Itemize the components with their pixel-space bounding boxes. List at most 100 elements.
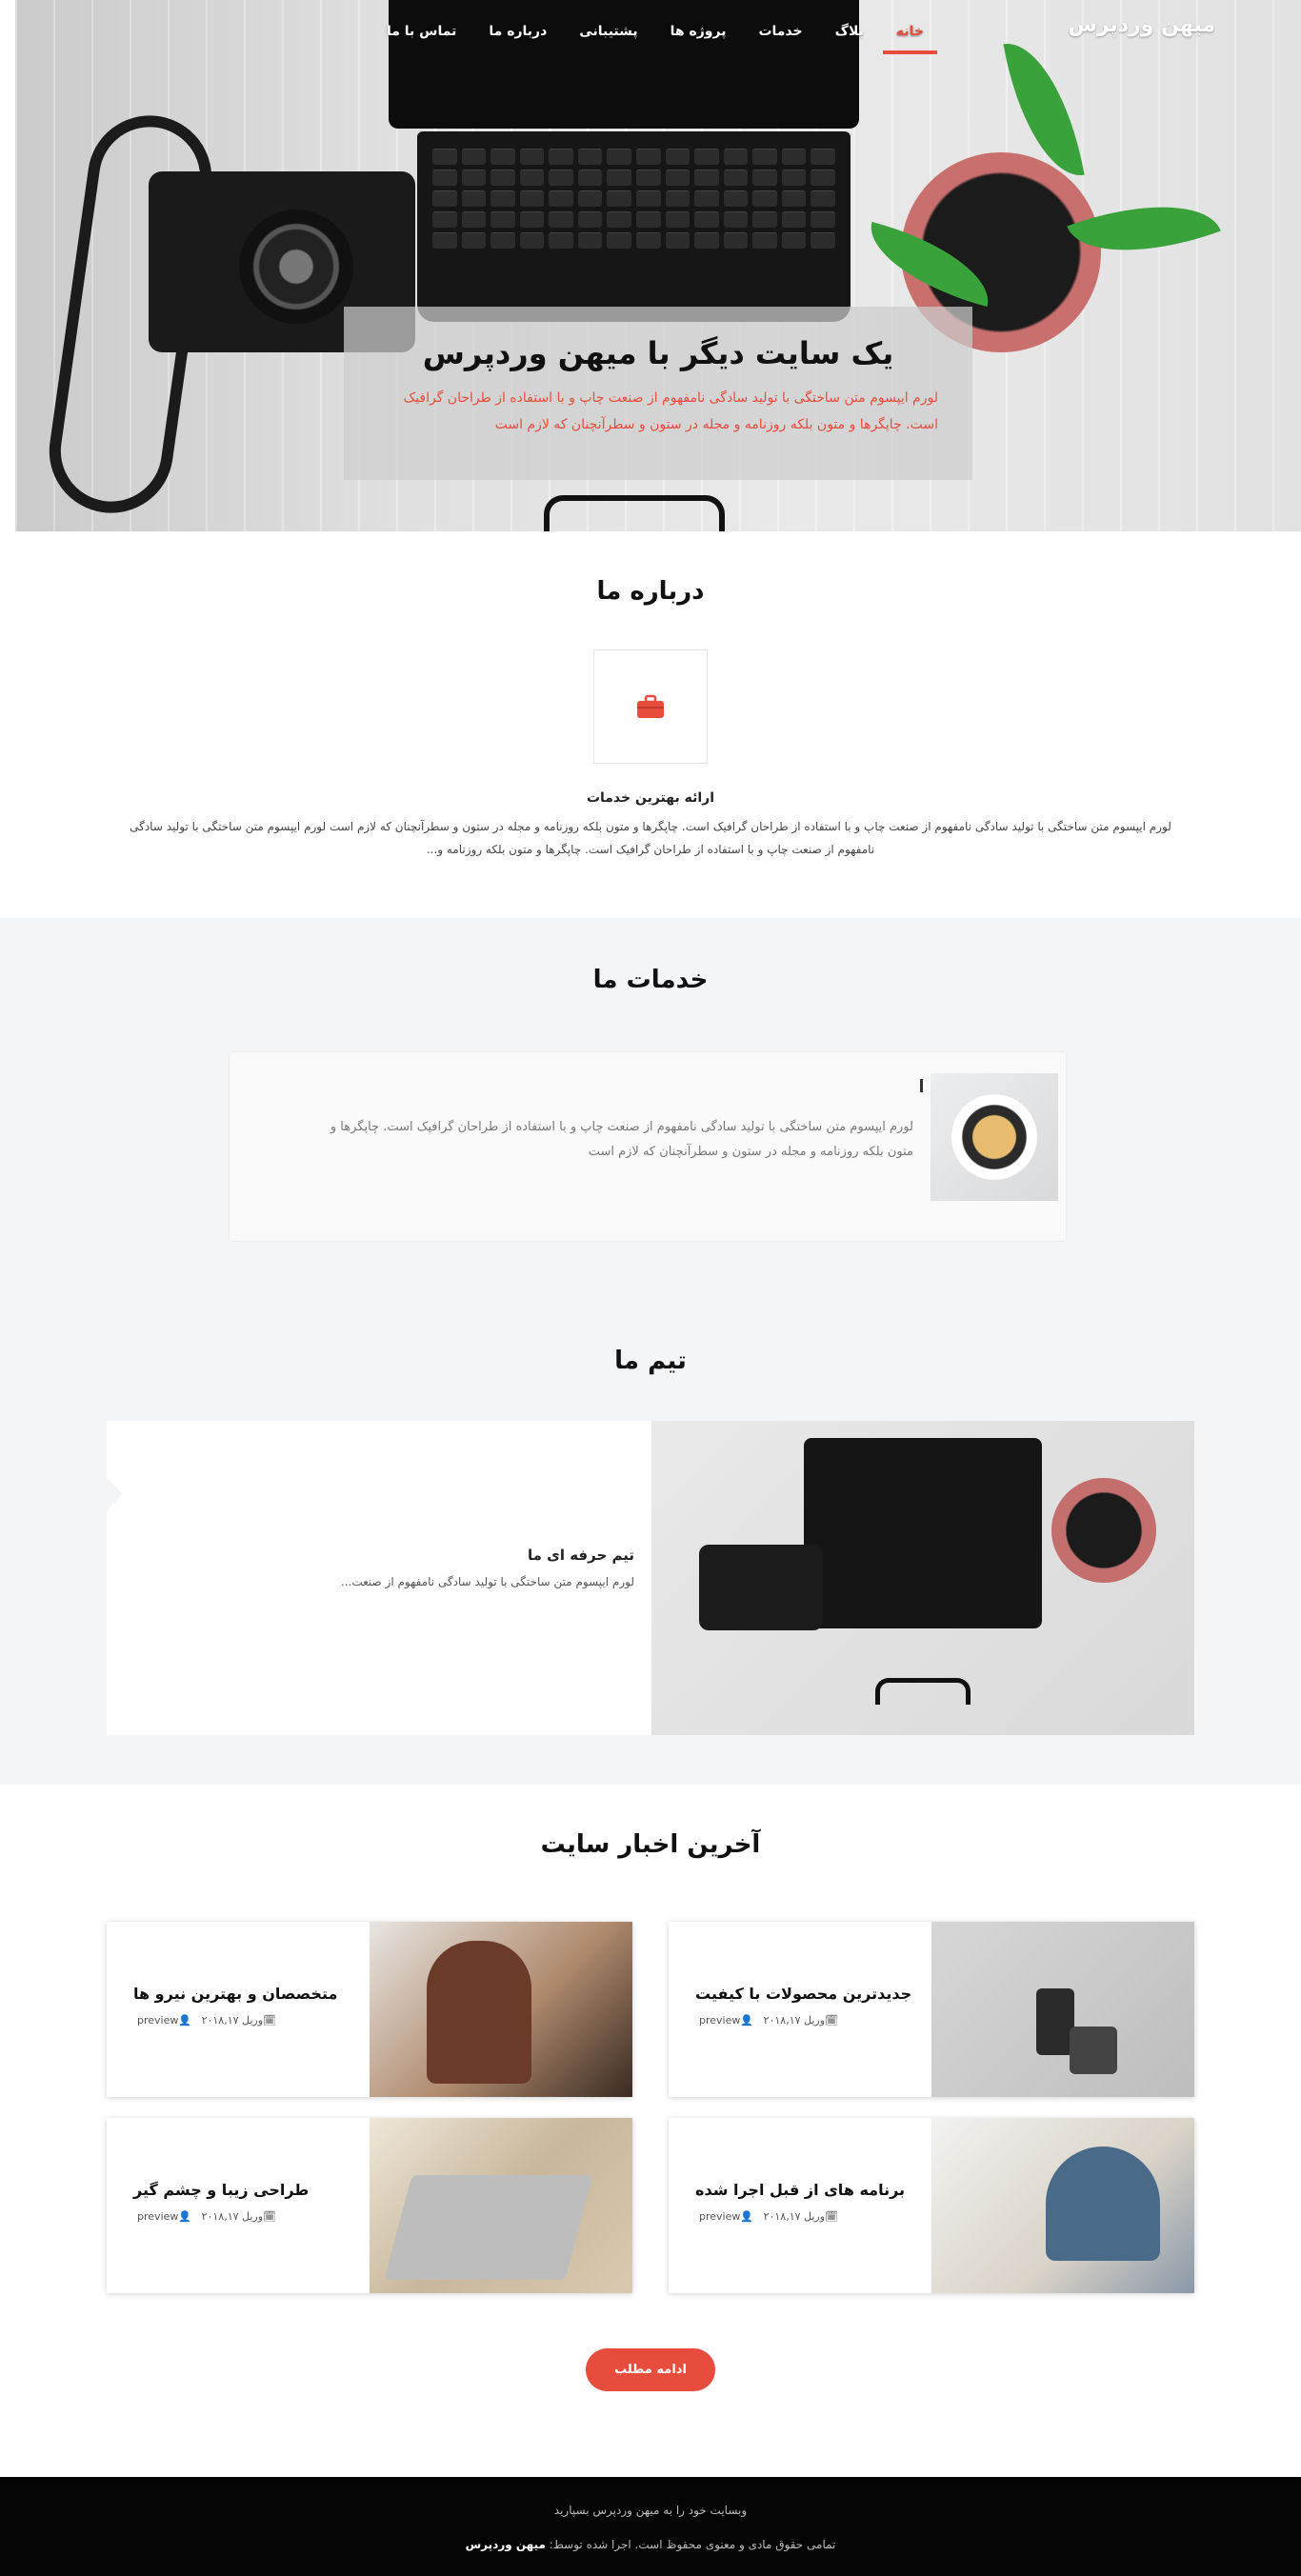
keyboard-key: [577, 149, 603, 165]
footer-brand-link[interactable]: میهن وردپرس: [466, 2538, 546, 2551]
news-card[interactable]: طراحی زیبا و چشم گیر 🗓وریل ۲۰۱۸,۱۷ 👤prev…: [107, 2118, 632, 2293]
keyboard-key: [694, 149, 719, 165]
nav-menu: خانه بلاگ خدمات پروژه ها پشتیبانی درباره…: [387, 16, 938, 54]
keyboard-key: [461, 232, 487, 249]
keyboard-key: [636, 170, 661, 186]
news-item-meta: 🗓وریل ۲۰۱۸,۱۷ 👤preview: [684, 2210, 931, 2223]
keyboard-key: [461, 149, 487, 165]
news-card[interactable]: برنامه های از قبل اجرا شده 🗓وریل ۲۰۱۸,۱۷…: [669, 2118, 1194, 2293]
keyboard-key: [549, 232, 573, 249]
keyboard-key: [549, 190, 573, 207]
keyboard-key: [723, 190, 749, 207]
news-item-title[interactable]: متخصصان و بهترین نیرو ها: [122, 1985, 370, 2003]
user-icon: 👤: [178, 2014, 192, 2027]
keyboard-key: [636, 190, 661, 207]
keyboard-key: [694, 232, 719, 249]
news-title: آخرین اخبار سایت: [540, 1830, 761, 1859]
team-title: تیم ما: [614, 1347, 687, 1375]
keyboard-key: [811, 149, 835, 165]
hero-title: یک سایت دیگر با میهن وردپرس: [422, 335, 894, 371]
keyboard-key: [781, 170, 807, 186]
user-icon: 👤: [740, 2014, 754, 2027]
calendar-icon: 🗓: [263, 2210, 277, 2223]
news-item-meta: 🗓وریل ۲۰۱۸,۱۷ 👤preview: [122, 2210, 370, 2223]
nav-item-about[interactable]: درباره ما: [489, 16, 547, 47]
keyboard-key: [607, 190, 632, 207]
news-image: [370, 1922, 632, 2097]
keyboard-key: [461, 170, 487, 186]
news-item-author[interactable]: preview: [699, 2210, 740, 2223]
service-text: لورم ایپسوم متن ساختگی با تولید سادگی نا…: [330, 1120, 913, 1159]
keyboard-key: [577, 211, 603, 228]
user-icon: 👤: [178, 2210, 192, 2223]
news-item-author[interactable]: preview: [137, 2210, 178, 2223]
keyboard-key: [577, 190, 603, 207]
news-item-title[interactable]: جدیدترین محصولات با کیفیت: [684, 1985, 931, 2003]
calendar-icon: 🗓: [263, 2014, 277, 2027]
keyboard-key: [781, 149, 807, 165]
nav-item-blog[interactable]: بلاگ: [835, 16, 864, 47]
news-section: آخرین اخبار سایت جدیدترین محصولات با کیف…: [0, 1785, 1301, 2429]
keyboard-key: [723, 232, 749, 249]
keyboard-key: [490, 232, 515, 249]
team-member-desc: لورم ایپسوم متن ساختگی با تولید سادگی نا…: [340, 1575, 634, 1588]
nav-item-home[interactable]: خانه: [882, 16, 938, 54]
keyboard-key: [490, 149, 515, 165]
services-section: خدمات ما لورم ایپسوم متن ساختگی با تولید…: [0, 918, 1301, 1299]
news-item-title[interactable]: طراحی زیبا و چشم گیر: [122, 2181, 370, 2199]
briefcase-icon: [637, 694, 664, 718]
keyboard-key: [432, 232, 457, 249]
keyboard-key: [752, 190, 777, 207]
keyboard-key: [811, 232, 835, 249]
keyboard-key: [519, 232, 545, 249]
read-more-button[interactable]: ادامه مطلب: [586, 2348, 715, 2391]
hero-section: میهن وردپرس خانه بلاگ خدمات پروژه ها پشت…: [15, 0, 1301, 531]
news-item-title[interactable]: برنامه های از قبل اجرا شده: [684, 2181, 931, 2199]
news-card[interactable]: متخصصان و بهترین نیرو ها 🗓وریل ۲۰۱۸,۱۷ 👤…: [107, 1922, 632, 2097]
news-image: [370, 2118, 632, 2293]
nav-item-support[interactable]: پشتیبانی: [579, 16, 637, 47]
nav-item-projects[interactable]: پروژه ها: [671, 16, 727, 47]
keyboard-key: [752, 170, 777, 186]
keyboard-key: [694, 190, 719, 207]
top-navbar: میهن وردپرس خانه بلاگ خدمات پروژه ها پشت…: [15, 0, 1301, 67]
team-member-title: تیم حرفه ای ما: [527, 1547, 634, 1564]
nav-item-contact[interactable]: تماس با ما: [387, 16, 456, 47]
news-item-author[interactable]: preview: [137, 2014, 178, 2027]
about-section: درباره ما ارائه بهترین خدمات لورم ایپسوم…: [0, 531, 1301, 918]
team-info: تیم حرفه ای ما لورم ایپسوم متن ساختگی با…: [107, 1421, 651, 1735]
news-image: [931, 2118, 1194, 2293]
news-item-meta: 🗓وریل ۲۰۱۸,۱۷ 👤preview: [122, 2014, 370, 2027]
keyboard-key: [665, 232, 691, 249]
news-card[interactable]: جدیدترین محصولات با کیفیت 🗓وریل ۲۰۱۸,۱۷ …: [669, 1922, 1194, 2097]
keyboard-key: [432, 190, 457, 207]
hero-caption-box: یک سایت دیگر با میهن وردپرس لورم ایپسوم …: [344, 307, 972, 480]
team-card: تیم حرفه ای ما لورم ایپسوم متن ساختگی با…: [90, 1421, 1194, 1735]
nav-item-services[interactable]: خدمات: [758, 16, 802, 47]
keyboard-key: [519, 170, 545, 186]
keyboard-key: [549, 170, 573, 186]
keyboard-key: [577, 170, 603, 186]
calendar-icon: 🗓: [825, 2210, 839, 2223]
service-card[interactable]: لورم ایپسوم متن ساختگی با تولید سادگی نا…: [229, 1051, 1067, 1242]
keyboard-key: [432, 149, 457, 165]
news-item-date: وریل ۲۰۱۸,۱۷: [763, 2210, 826, 2223]
keyboard-key: [490, 211, 515, 228]
keyboard-key: [665, 190, 691, 207]
glasses-illustration: [544, 495, 725, 531]
news-item-author[interactable]: preview: [699, 2014, 740, 2027]
calendar-icon: 🗓: [825, 2014, 839, 2027]
keyboard-key: [752, 232, 777, 249]
news-item-meta: 🗓وریل ۲۰۱۸,۱۷ 👤preview: [684, 2014, 931, 2027]
keyboard-key: [549, 149, 573, 165]
team-photo: [651, 1421, 1194, 1735]
news-grid: جدیدترین محصولات با کیفیت 🗓وریل ۲۰۱۸,۱۷ …: [107, 1922, 1194, 2293]
keyboard-key: [752, 211, 777, 228]
keyboard-key: [461, 190, 487, 207]
service-image: [931, 1073, 1058, 1201]
footer-copyright: تمامی حقوق مادی و معنوی محفوظ است. اجرا …: [0, 2538, 1301, 2551]
site-brand[interactable]: میهن وردپرس: [1068, 13, 1215, 37]
keyboard-key: [607, 211, 632, 228]
keyboard-key: [490, 170, 515, 186]
footer-tagline: وبسایت خود را به میهن وردپرس بسپارید: [553, 2504, 748, 2517]
